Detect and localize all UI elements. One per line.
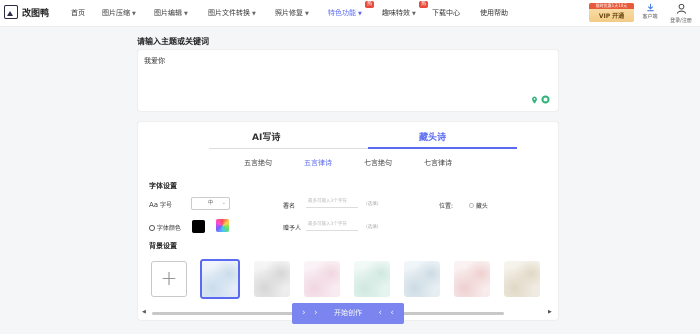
radio-icon <box>469 203 474 208</box>
chevron-right-icon: › <box>302 308 306 318</box>
client-label: 客户端 <box>642 14 658 20</box>
chevron-down-icon: ▼ <box>132 11 136 17</box>
refresh-icon[interactable] <box>541 95 550 106</box>
tab-underline <box>209 148 368 149</box>
chevron-down-icon: ▼ <box>305 11 309 17</box>
keyword-input-value[interactable]: 我爱你 <box>144 56 165 66</box>
login-label: 登录/注册 <box>670 18 692 24</box>
nav-item-download-center[interactable]: 下载中心 <box>432 8 460 18</box>
nav-item-home[interactable]: 首页 <box>71 8 85 18</box>
font-color-label: 字体颜色 <box>149 223 181 232</box>
chevron-left-icon: ‹ <box>378 308 382 318</box>
nav-item-help[interactable]: 使用帮助 <box>480 8 508 18</box>
position-label: 位置: <box>439 203 454 210</box>
chevron-left-icon: ‹ <box>390 308 394 318</box>
signature-input[interactable]: 最多可输入3个字符 <box>306 196 358 208</box>
font-size-label: Aa 字号 <box>149 201 173 209</box>
poem-settings-card: AI写诗 藏头诗 五言绝句 五言律诗 七言绝句 七言律诗 字体设置 Aa 字号 … <box>137 121 559 321</box>
tab-five-char-quatrain[interactable]: 五言绝句 <box>244 158 272 168</box>
chevron-down-icon: ▼ <box>412 11 416 17</box>
hot-badge: 热 <box>365 1 375 8</box>
logo-icon <box>4 5 18 19</box>
scroll-left-icon[interactable]: ◀ <box>142 309 146 315</box>
vip-promo: 限时优惠1天10元 <box>589 3 634 9</box>
download-icon <box>638 3 662 12</box>
tab-seven-char-regulated[interactable]: 七言律诗 <box>424 158 452 168</box>
signature-label: 署名 <box>283 203 296 210</box>
nav-item-effects[interactable]: 趣味特效 ▼ 热 <box>382 1 429 18</box>
avatar-icon <box>666 3 696 16</box>
nav-item-repair[interactable]: 照片修复 ▼ <box>275 8 309 18</box>
signature-note: (选填) <box>366 202 379 207</box>
position-radio-acrostic[interactable]: 藏头 <box>469 201 488 210</box>
chevron-down-icon: ▼ <box>252 11 256 17</box>
font-settings-title: 字体设置 <box>149 182 177 190</box>
client-download[interactable]: 客户端 <box>638 3 662 20</box>
hot-badge: 热 <box>419 1 429 8</box>
bg-tile-5[interactable] <box>404 261 440 297</box>
app-name: 改图鸭 <box>22 8 50 19</box>
location-icon[interactable] <box>531 96 538 106</box>
tab-five-char-regulated[interactable]: 五言律诗 <box>304 158 332 168</box>
chevron-right-icon: › <box>314 308 318 318</box>
add-background-button[interactable]: + <box>151 261 187 297</box>
tab-acrostic[interactable]: 藏头诗 <box>419 130 446 143</box>
background-tiles: + <box>151 259 549 301</box>
tab-ai-poem[interactable]: AI写诗 <box>252 130 280 143</box>
chevron-down-icon: ▼ <box>184 11 188 17</box>
top-navigation-bar: 改图鸭 首页 图片压缩 ▼ 图片编辑 ▼ 图片文件转换 ▼ 照片修复 ▼ 特色功能 ▼ 热 … <box>0 0 700 27</box>
start-create-button[interactable]: › › 开始创作 ‹ ‹ <box>292 303 404 324</box>
start-create-label: 开始创作 <box>334 309 362 317</box>
tab-underline-active <box>368 147 517 149</box>
bg-tile-6[interactable] <box>454 261 490 297</box>
font-size-select[interactable]: 中 ⌄ <box>191 197 230 210</box>
main-content: 请输入主题或关键词 我爱你 AI写诗 藏头诗 五言绝句 五言律诗 七言绝句 七言… <box>137 27 559 334</box>
bg-tile-2[interactable] <box>254 261 290 297</box>
nav-item-convert[interactable]: 图片文件转换 ▼ <box>208 8 256 18</box>
bg-tile-7[interactable] <box>504 261 540 297</box>
scroll-right-icon[interactable]: ▶ <box>548 309 552 315</box>
color-picker-icon[interactable] <box>216 219 229 232</box>
bg-tile-4[interactable] <box>354 261 390 297</box>
vip-label: VIP 开通 <box>598 13 625 20</box>
plus-icon: + <box>160 266 178 290</box>
input-title: 请输入主题或关键词 <box>137 37 209 46</box>
input-tools <box>531 95 550 106</box>
recipient-note: (选填) <box>366 225 379 230</box>
chevron-down-icon: ▼ <box>358 11 362 17</box>
bg-tile-3[interactable] <box>304 261 340 297</box>
nav-item-compress[interactable]: 图片压缩 ▼ <box>102 8 136 18</box>
chevron-down-icon: ⌄ <box>221 200 226 206</box>
background-settings-title: 背景设置 <box>149 242 177 250</box>
tab-seven-char-quatrain[interactable]: 七言绝句 <box>364 158 392 168</box>
recipient-label: 赠予人 <box>283 225 302 232</box>
login-register[interactable]: 登录/注册 <box>666 3 696 24</box>
vip-button[interactable]: 限时优惠1天10元 VIP 开通 <box>589 3 634 22</box>
nav-item-features[interactable]: 特色功能 ▼ 热 <box>328 1 375 18</box>
recipient-input[interactable]: 最多可输入3个字符 <box>306 219 358 231</box>
keyword-input-area[interactable]: 我爱你 <box>137 49 559 112</box>
palette-icon <box>149 225 155 231</box>
bg-tile-1[interactable] <box>200 259 240 299</box>
logo[interactable]: 改图鸭 <box>4 5 49 19</box>
nav-item-edit[interactable]: 图片编辑 ▼ <box>154 8 188 18</box>
font-color-swatch[interactable] <box>192 220 205 233</box>
